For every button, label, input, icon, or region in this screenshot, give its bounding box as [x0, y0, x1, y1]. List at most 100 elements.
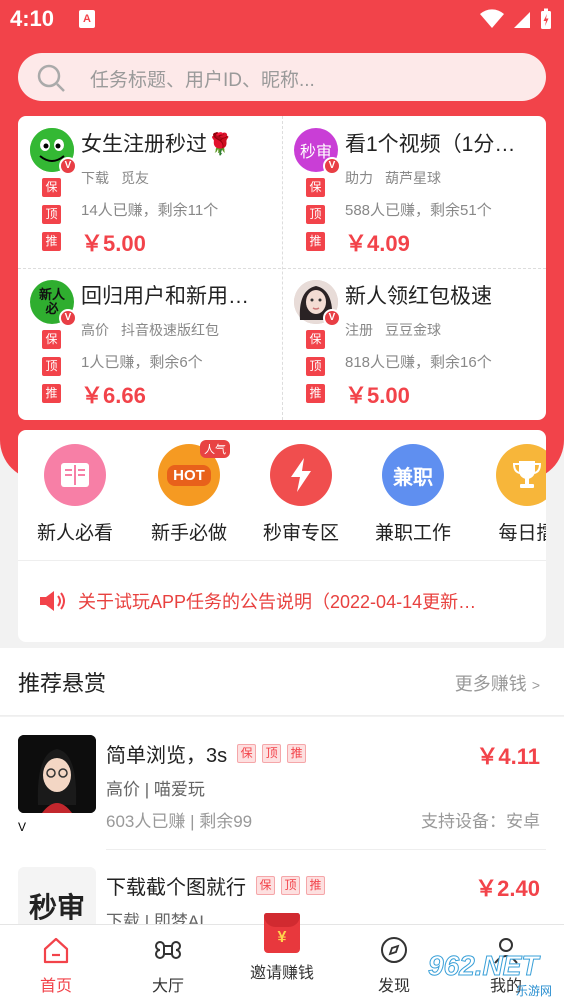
search-icon: [37, 64, 65, 92]
task-stats: 14人已赚，剩余11个: [81, 202, 219, 219]
task-price: ￥4.09: [345, 231, 410, 256]
category-part-time-job[interactable]: 兼职 兼职工作: [358, 444, 468, 545]
compass-icon: [381, 937, 407, 963]
verified-icon: V: [323, 157, 341, 175]
verified-icon: V: [323, 309, 341, 327]
job-icon: 兼职: [382, 444, 444, 506]
wifi-icon: [480, 9, 504, 28]
tag-guarantee: 保: [306, 178, 325, 197]
tag-top: 顶: [306, 357, 325, 376]
search-bar[interactable]: 任务标题、用户ID、昵称...: [18, 53, 546, 101]
item-title: 简单浏览，3s: [106, 745, 228, 767]
tag-recommend: 推: [42, 232, 61, 251]
category-newbie-must-do[interactable]: 人气 HOT 新手必做: [134, 440, 244, 545]
task-category: 注册: [345, 322, 373, 338]
tab-discover[interactable]: 发现: [354, 935, 434, 996]
tag-top: 顶: [262, 744, 282, 763]
tag-recommend: 推: [306, 876, 325, 895]
tab-label: 首页: [39, 978, 72, 995]
task-category: 下载: [81, 170, 109, 186]
featured-task-card[interactable]: V 女生注册秒过🌹 下载 觅友 保 顶 推 14人已赚，剩余11个 ￥5.00: [18, 116, 282, 268]
featured-tasks-grid: V 女生注册秒过🌹 下载 觅友 保 顶 推 14人已赚，剩余11个 ￥5.00 秒…: [18, 116, 546, 420]
tab-label: 邀请赚钱: [249, 965, 314, 982]
sim-icon: A: [79, 10, 95, 28]
tab-home[interactable]: 首页: [16, 935, 96, 996]
miaoshen-logo-icon: 秒审: [18, 867, 96, 927]
item-device: 支持设备：安卓: [421, 812, 540, 831]
verified-icon: V: [59, 309, 77, 327]
miaoshen-logo-icon: 秒审 V: [294, 128, 341, 175]
category-newbie-guide[interactable]: 新人必看: [20, 444, 130, 545]
trophy-icon: [496, 444, 546, 506]
chevron-right-icon: >: [531, 677, 540, 693]
book-icon: [44, 444, 106, 506]
category-daily[interactable]: 每日擂: [472, 444, 546, 545]
task-app: 豆豆金球: [385, 322, 441, 338]
category-card: 新人必看 人气 HOT 新手必做 秒审专区 兼职 兼职工作 每日擂 关于试玩AP…: [18, 430, 546, 642]
category-label: 新人必看: [36, 523, 113, 544]
list-item[interactable]: V 简单浏览，3s 保 顶 推 高价 | 喵爱玩 603人已赚 | 剩余99 ￥…: [0, 717, 564, 850]
task-title: 看1个视频（1分…: [345, 133, 516, 156]
tab-hall[interactable]: 大厅: [128, 935, 208, 996]
task-category: 高价: [81, 322, 109, 338]
watermark-sub: 乐游网: [515, 984, 552, 998]
category-label: 新手必做: [150, 523, 227, 544]
popular-badge: 人气: [200, 440, 230, 458]
task-stats: 588人已赚，剩余51个: [345, 202, 492, 219]
red-packet-icon: ¥: [264, 913, 300, 953]
featured-task-card[interactable]: 秒审 V 看1个视频（1分… 助力 葫芦星球 保 顶 推 588人已赚，剩余51个…: [282, 116, 546, 268]
speaker-icon: [40, 591, 65, 611]
thumb-text: 秒审: [28, 892, 85, 923]
recommended-header: 推荐悬赏 更多赚钱 >: [0, 648, 564, 716]
divider: [18, 560, 546, 561]
more-earning-link[interactable]: 更多赚钱 >: [455, 670, 540, 696]
tab-label: 发现: [377, 978, 410, 995]
announcement-bar[interactable]: 关于试玩APP任务的公告说明（2022-04-14更新…: [38, 588, 518, 614]
task-app: 觅友: [121, 170, 149, 186]
tag-top: 顶: [306, 205, 325, 224]
status-bar: 4:10 A: [0, 0, 564, 40]
lightning-icon: [270, 444, 332, 506]
smiley-face-icon: V: [30, 128, 77, 175]
item-price: ￥4.11: [476, 744, 540, 769]
tag-guarantee: 保: [306, 330, 325, 349]
watermark-main: 962.NET: [428, 950, 540, 982]
newbie-logo-icon: 新人必 V: [30, 280, 77, 327]
packet-symbol: ¥: [277, 929, 287, 946]
featured-task-card[interactable]: 新人必 V 回归用户和新用… 高价 抖音极速版红包 保 顶 推 1人已赚，剩余6个…: [18, 268, 282, 420]
category-label: 每日擂: [498, 523, 546, 544]
category-instant-review[interactable]: 秒审专区: [246, 444, 356, 545]
task-title: 新人领红包极速: [345, 285, 492, 308]
item-subtitle: 高价 | 喵爱玩: [106, 780, 205, 799]
hot-flame-icon: 人气 HOT: [158, 440, 230, 506]
task-price: ￥5.00: [345, 383, 410, 408]
search-input[interactable]: 任务标题、用户ID、昵称...: [90, 65, 315, 92]
item-title: 下载截个图就行: [106, 877, 246, 899]
hot-label: HOT: [167, 464, 211, 486]
tag-guarantee: 保: [256, 876, 275, 895]
verified-icon: V: [18, 820, 27, 834]
featured-task-card[interactable]: V 新人领红包极速 注册 豆豆金球 保 顶 推 818人已赚，剩余16个 ￥5.0…: [282, 268, 546, 420]
section-title: 推荐悬赏: [18, 671, 107, 696]
task-title: 回归用户和新用…: [81, 285, 249, 308]
tag-recommend: 推: [42, 384, 61, 403]
tag-guarantee: 保: [237, 744, 257, 763]
girl-portrait-icon: V: [294, 280, 341, 327]
cartoon-girl-icon: V: [18, 735, 96, 834]
tag-guarantee: 保: [42, 178, 61, 197]
tab-invite[interactable]: ¥ 邀请赚钱: [242, 913, 322, 983]
tag-top: 顶: [42, 357, 61, 376]
task-stats: 818人已赚，剩余16个: [345, 354, 492, 371]
tag-recommend: 推: [306, 384, 325, 403]
category-label: 兼职工作: [374, 523, 451, 544]
tag-top: 顶: [281, 876, 300, 895]
job-icon-text: 兼职: [393, 466, 433, 489]
verified-icon: V: [59, 157, 77, 175]
recommended-list: V 简单浏览，3s 保 顶 推 高价 | 喵爱玩 603人已赚 | 剩余99 ￥…: [0, 717, 564, 927]
task-stats: 1人已赚，剩余6个: [81, 354, 203, 371]
task-app: 葫芦星球: [385, 170, 441, 186]
more-link-label: 更多赚钱: [454, 674, 527, 694]
item-price: ￥2.40: [475, 876, 540, 901]
item-stats: 603人已赚 | 剩余99: [106, 812, 253, 831]
category-label: 秒审专区: [262, 523, 339, 544]
